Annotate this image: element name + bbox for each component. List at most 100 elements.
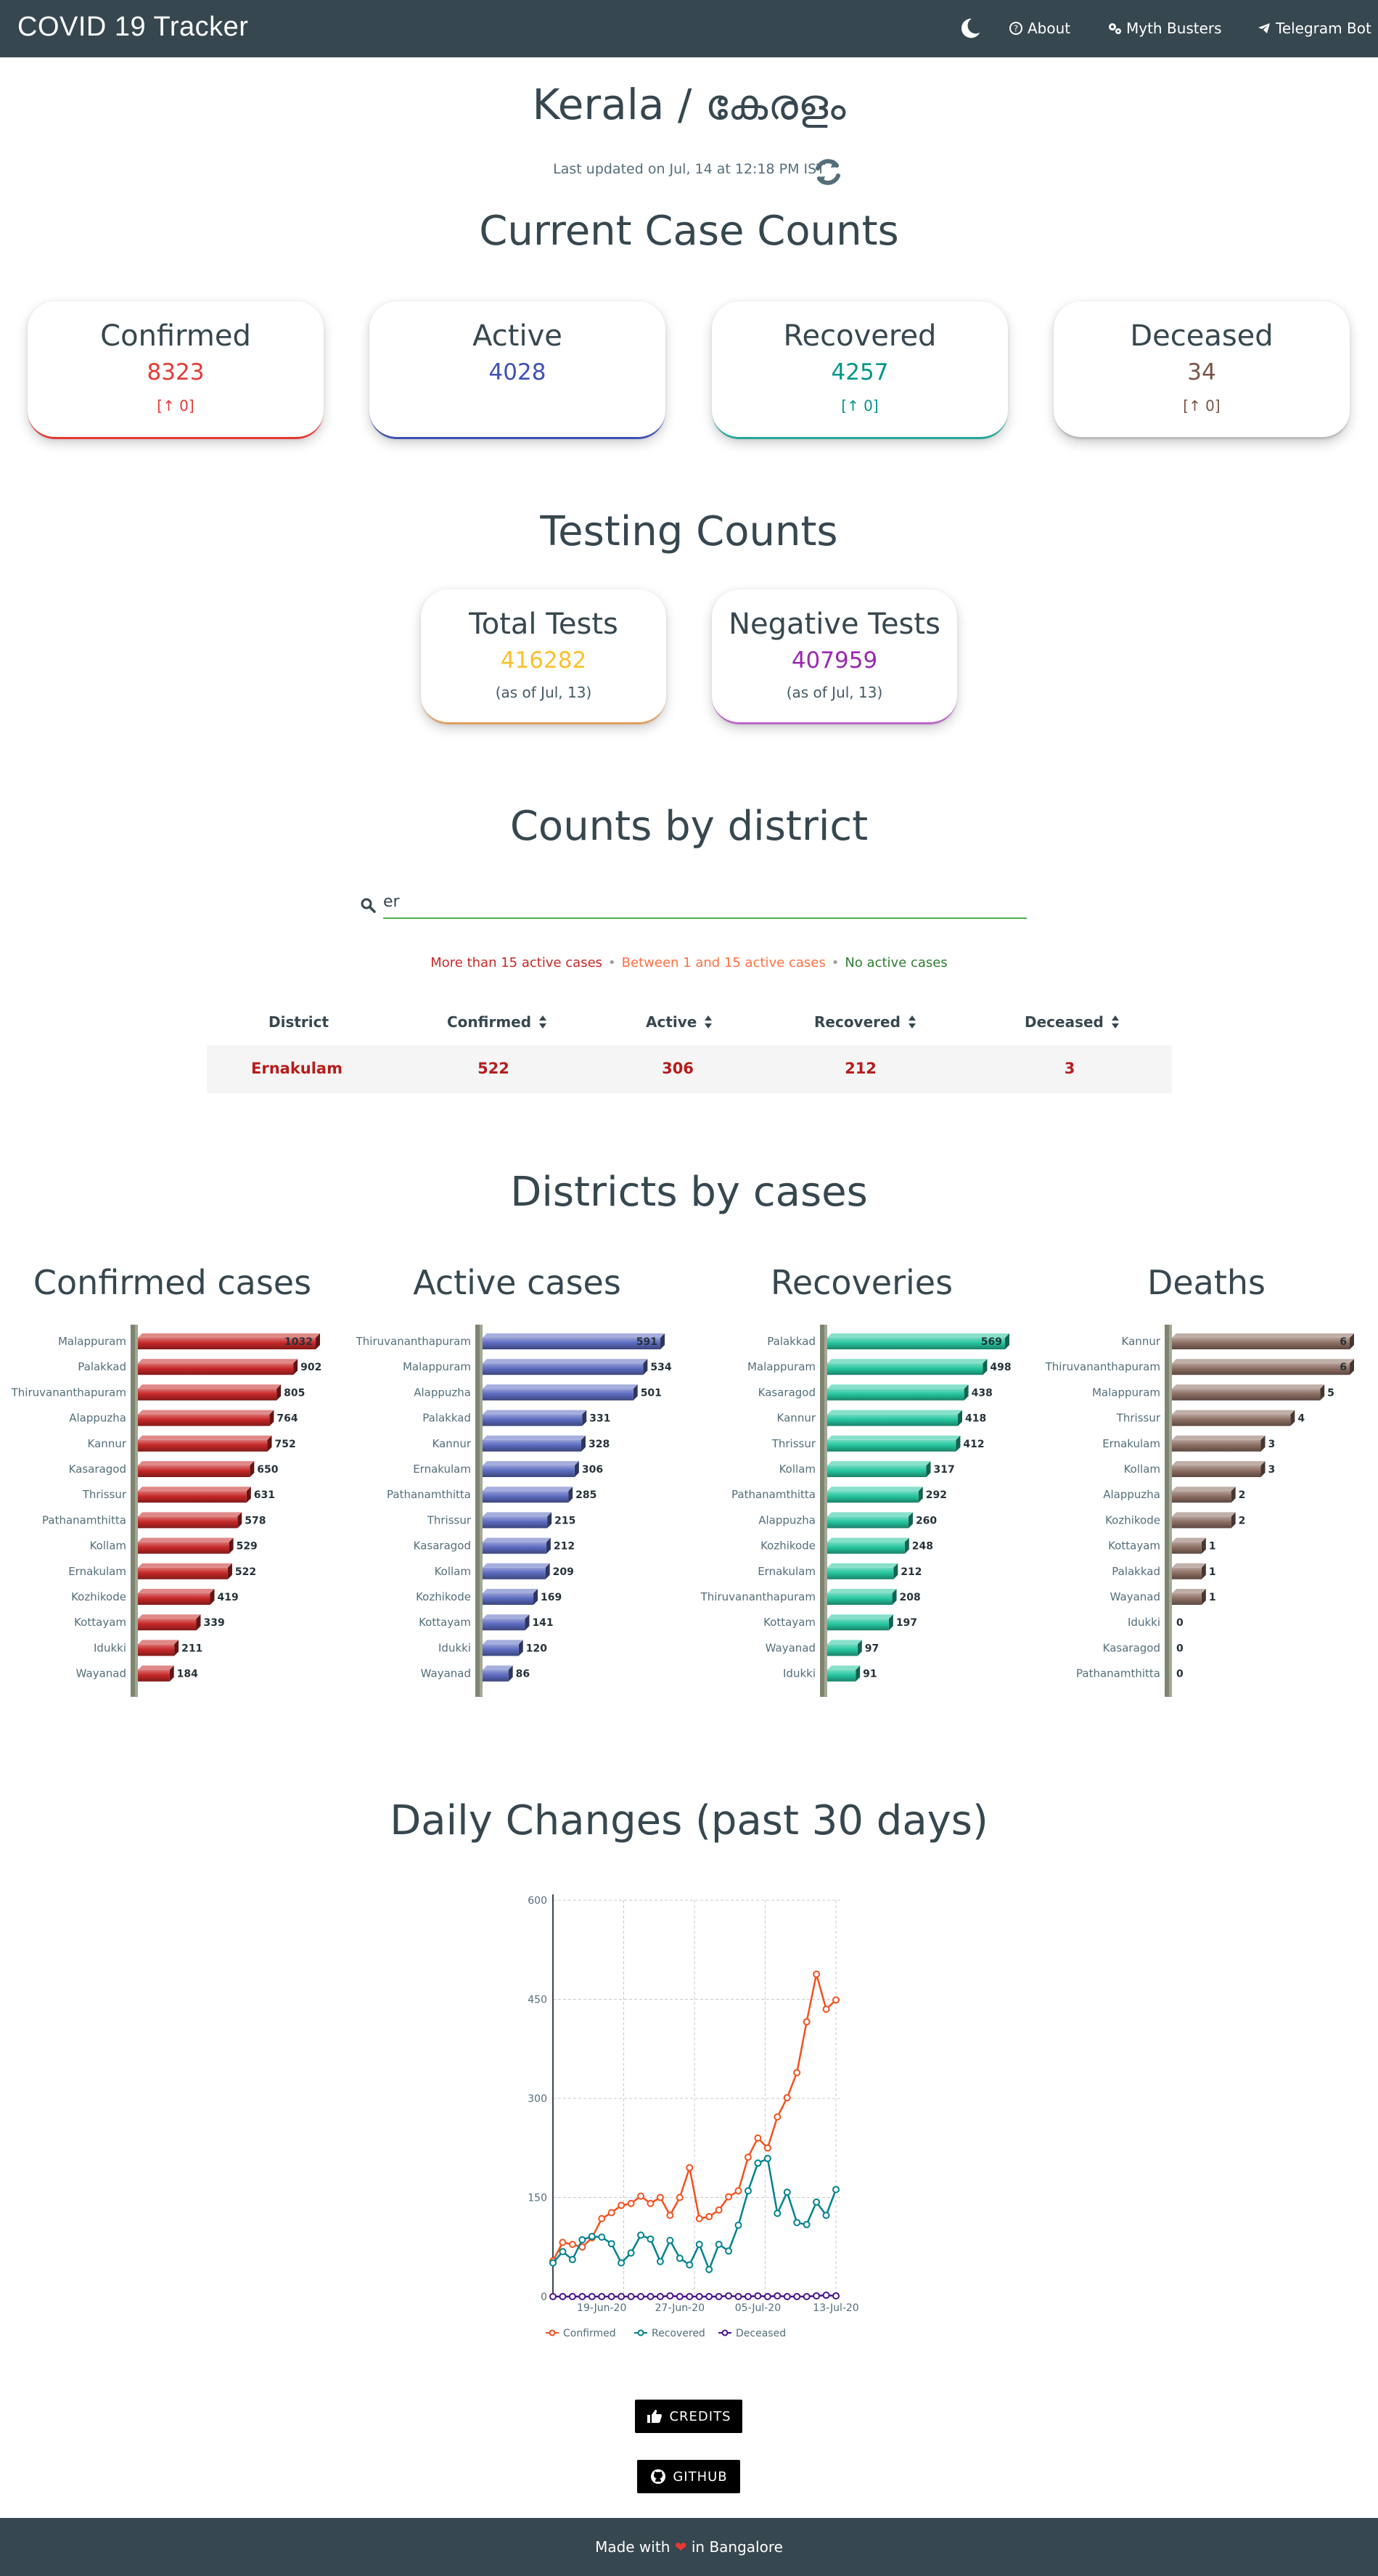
bar — [483, 1363, 644, 1375]
data-point — [774, 2113, 782, 2121]
data-point — [559, 2293, 567, 2300]
bar-top-face — [138, 1537, 234, 1542]
bar-value-label: 591 — [636, 1336, 657, 1348]
bar-district-label: Kasaragod — [69, 1463, 126, 1476]
data-point — [627, 2293, 635, 2300]
bar-top-face — [138, 1512, 242, 1517]
confirmed-card-title: Confirmed — [100, 319, 251, 353]
y-tick-label: 600 — [528, 1895, 547, 1907]
bar-top-face — [1172, 1333, 1354, 1338]
col-confirmed-header[interactable]: Confirmed — [447, 1013, 547, 1031]
data-point — [832, 2292, 840, 2300]
negative-tests-value: 407959 — [791, 647, 878, 674]
bar — [1172, 1389, 1321, 1401]
credits-button[interactable]: CREDITS — [635, 2400, 742, 2433]
col-deceased-header[interactable]: Deceased — [1025, 1013, 1120, 1031]
col-recovered-header[interactable]: Recovered — [814, 1013, 916, 1031]
active-bars-title: Active cases — [413, 1263, 621, 1302]
credits-label: CREDITS — [669, 2408, 731, 2424]
deceased-card-title: Deceased — [1130, 319, 1274, 353]
col-district-header[interactable]: District — [268, 1013, 329, 1031]
bar — [827, 1593, 893, 1605]
refresh-icon[interactable] — [811, 155, 845, 189]
active-card: Active 4028 — [369, 301, 665, 439]
legend-marker — [721, 2329, 729, 2336]
nav-myth-link[interactable]: Myth Busters — [1107, 20, 1222, 37]
bar-district-label: Kozhikode — [760, 1540, 816, 1553]
nav-telegram-label: Telegram Bot — [1276, 20, 1371, 37]
bar-value-label: 0 — [1176, 1643, 1184, 1654]
nav-telegram-link[interactable]: Telegram Bot — [1257, 20, 1371, 37]
github-icon — [651, 2469, 666, 2484]
data-point — [607, 2293, 615, 2300]
bar-top-face — [138, 1589, 215, 1593]
data-point — [618, 2201, 626, 2209]
bar-top-face — [827, 1512, 913, 1517]
bar-value-label: 212 — [901, 1566, 922, 1578]
bar — [827, 1619, 889, 1631]
bar-value-label: 631 — [254, 1489, 275, 1501]
col-active-header[interactable]: Active — [646, 1013, 713, 1031]
bar-value-label: 169 — [541, 1592, 562, 1603]
bar — [138, 1363, 294, 1375]
legend-marker — [637, 2329, 644, 2336]
data-point — [734, 2187, 742, 2195]
navbar: COVID 19 Tracker ? About Myth Busters Te… — [0, 0, 1378, 57]
data-point — [774, 2209, 782, 2217]
data-point — [695, 2241, 703, 2249]
sort-icon — [1111, 1015, 1119, 1029]
bar-top-face — [1172, 1589, 1206, 1593]
dark-mode-moon-icon[interactable] — [956, 15, 984, 42]
bar-top-face — [1172, 1435, 1266, 1440]
bar-top-face — [483, 1640, 523, 1645]
bar-top-face — [483, 1359, 648, 1364]
data-point — [705, 2265, 713, 2273]
bar-top-face — [138, 1359, 298, 1364]
github-button[interactable]: GITHUB — [637, 2460, 740, 2493]
daily-changes-line-chart: 0 150 300 450 600 19-Jun-20 27-Jun-20 05-Jul-20… — [528, 1894, 859, 2339]
col-recovered-label: Recovered — [814, 1013, 901, 1031]
bar-value-label: 97 — [865, 1643, 879, 1654]
row-recovered-cell: 212 — [845, 1060, 877, 1077]
bar-value-label: 498 — [990, 1362, 1011, 1373]
bar — [827, 1389, 964, 1401]
bar-district-label: Kollam — [1124, 1463, 1160, 1476]
col-district-label: District — [268, 1013, 329, 1031]
bar-top-face — [138, 1410, 274, 1415]
data-point — [666, 2212, 674, 2220]
gears-icon — [1109, 23, 1121, 34]
bar-value-label: 1 — [1209, 1566, 1216, 1578]
row-confirmed-cell: 522 — [477, 1060, 509, 1077]
bar-top-face — [827, 1359, 988, 1364]
bar — [138, 1669, 170, 1682]
data-point — [744, 2187, 752, 2195]
data-point — [559, 2248, 567, 2256]
data-point — [763, 2293, 771, 2300]
brand-title[interactable]: COVID 19 Tracker — [17, 12, 248, 43]
bar-value-label: 317 — [933, 1464, 954, 1476]
bar-value-label: 2 — [1239, 1489, 1246, 1501]
y-tick-label: 150 — [528, 2193, 547, 2204]
y-tick-label: 300 — [528, 2093, 547, 2105]
data-point — [676, 2254, 684, 2262]
data-point — [656, 2257, 664, 2265]
nav-myth-label: Myth Busters — [1126, 20, 1222, 37]
data-point — [725, 2193, 733, 2201]
nav-about-link[interactable]: ? About — [1009, 20, 1070, 37]
bar-value-label: 208 — [900, 1592, 921, 1603]
bar — [827, 1491, 919, 1503]
deceased-card: Deceased 34 [↑ 0] — [1054, 301, 1350, 439]
bar-top-face — [483, 1665, 513, 1670]
bar — [483, 1516, 548, 1529]
bar-value-label: 529 — [237, 1541, 258, 1553]
data-point — [754, 2134, 762, 2142]
bar-value-label: 534 — [650, 1362, 671, 1373]
bar-value-label: 419 — [217, 1592, 238, 1603]
bar — [138, 1414, 270, 1426]
district-search-input[interactable] — [383, 886, 1027, 919]
activity-legend: More than 15 active cases • Between 1 and … — [0, 955, 1378, 970]
data-point — [803, 2018, 811, 2026]
heart-icon: ❤ — [674, 2538, 687, 2556]
bar-district-label: Idukki — [94, 1641, 126, 1654]
bar-district-label: Wayanad — [421, 1667, 471, 1680]
